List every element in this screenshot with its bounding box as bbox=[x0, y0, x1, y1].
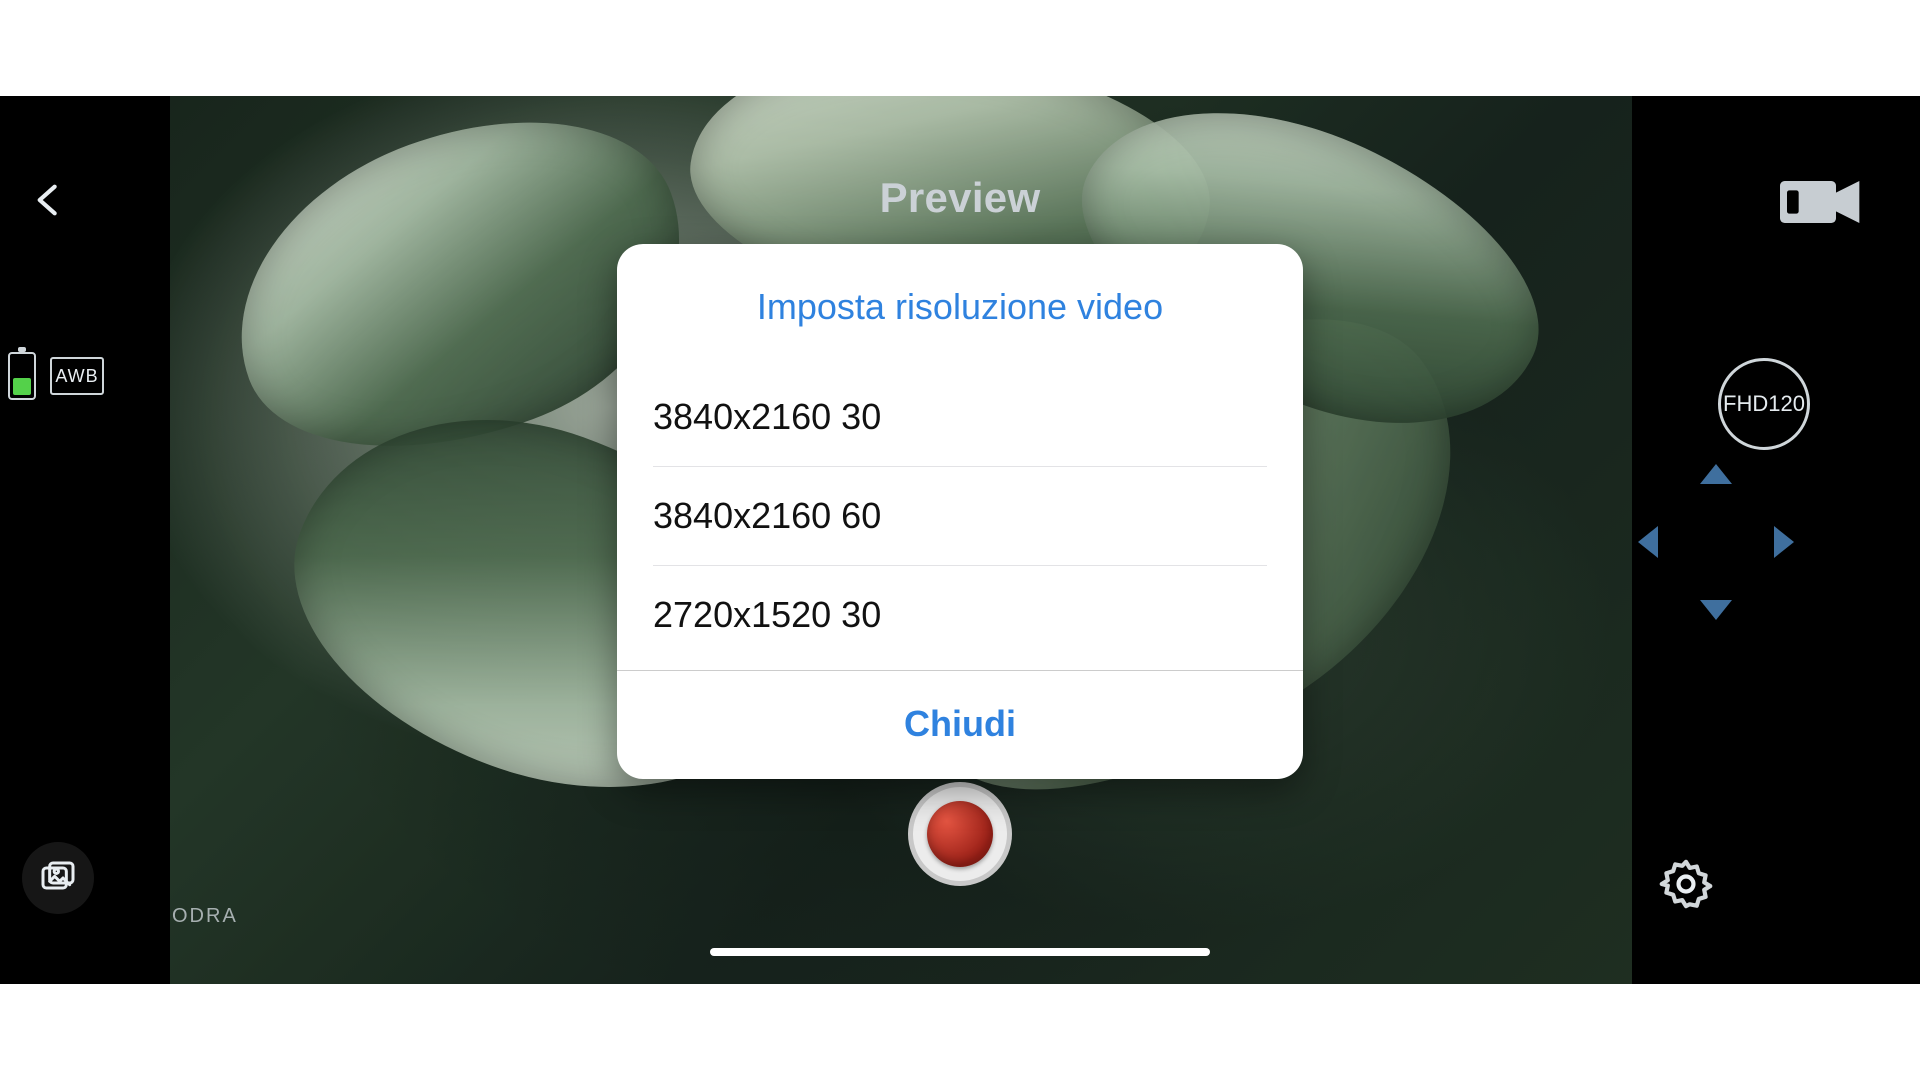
record-icon bbox=[927, 801, 993, 867]
dialog-title: Imposta risoluzione video bbox=[617, 244, 1303, 346]
resolution-badge[interactable]: FHD120 bbox=[1718, 358, 1810, 450]
status-indicators: AWB bbox=[8, 352, 104, 400]
dpad-down[interactable] bbox=[1692, 584, 1740, 632]
battery-icon bbox=[8, 352, 36, 400]
resolution-option[interactable]: 2720x1520 30 bbox=[653, 566, 1267, 664]
dpad-left[interactable] bbox=[1626, 518, 1674, 566]
resolution-dialog: Imposta risoluzione video 3840x2160 30 3… bbox=[617, 244, 1303, 779]
settings-button[interactable] bbox=[1658, 856, 1714, 912]
dialog-close-button[interactable]: Chiudi bbox=[617, 670, 1303, 779]
gallery-button[interactable] bbox=[22, 842, 94, 914]
right-toolbar: FHD120 bbox=[1632, 96, 1920, 984]
resolution-option[interactable]: 3840x2160 30 bbox=[653, 368, 1267, 467]
record-button[interactable] bbox=[908, 782, 1012, 886]
home-indicator[interactable] bbox=[0, 948, 1920, 956]
page-title: Preview bbox=[0, 174, 1920, 222]
gallery-icon bbox=[38, 858, 78, 898]
dpad bbox=[1626, 452, 1806, 632]
dpad-right[interactable] bbox=[1758, 518, 1806, 566]
watermark-label: ODRA bbox=[172, 905, 238, 928]
resolution-option[interactable]: 3840x2160 60 bbox=[653, 467, 1267, 566]
gear-icon bbox=[1658, 856, 1714, 912]
awb-button[interactable]: AWB bbox=[50, 357, 104, 395]
dpad-up[interactable] bbox=[1692, 452, 1740, 500]
dialog-options: 3840x2160 30 3840x2160 60 2720x1520 30 bbox=[617, 346, 1303, 670]
left-toolbar: AWB bbox=[0, 96, 170, 984]
camera-app: AWB FHD120 bbox=[0, 96, 1920, 984]
